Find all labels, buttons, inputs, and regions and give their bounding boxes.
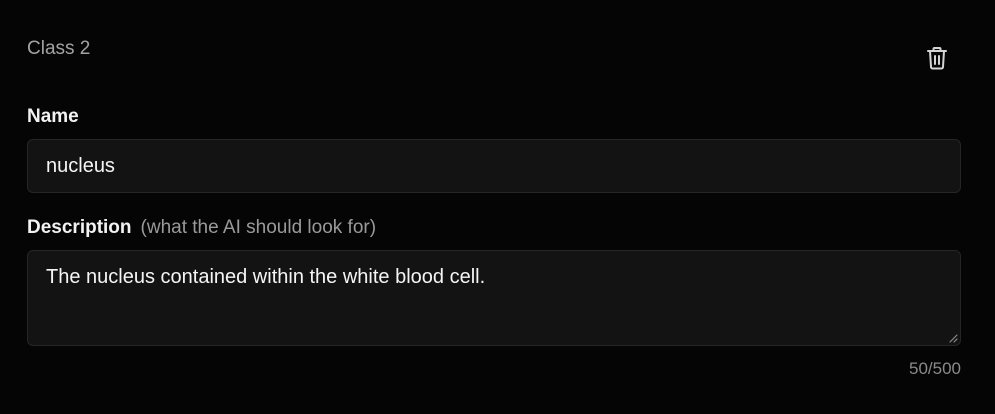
description-hint: (what the AI should look for) [140,217,377,238]
description-textarea[interactable]: The nucleus contained within the white b… [27,250,961,346]
character-counter: 50/500 [909,359,961,378]
resize-handle-icon[interactable] [948,333,958,343]
delete-class-button[interactable] [921,42,953,74]
description-label-text: Description [27,217,132,238]
description-label: Description (what the AI should look for) [27,216,376,240]
name-label: Name [27,105,79,129]
trash-icon [927,47,947,70]
name-input[interactable] [27,139,961,193]
name-label-text: Name [27,106,79,127]
class-card: Class 2 Name Description (what the AI sho… [0,0,995,414]
description-field-wrapper: The nucleus contained within the white b… [27,250,961,346]
class-title: Class 2 [27,38,91,59]
